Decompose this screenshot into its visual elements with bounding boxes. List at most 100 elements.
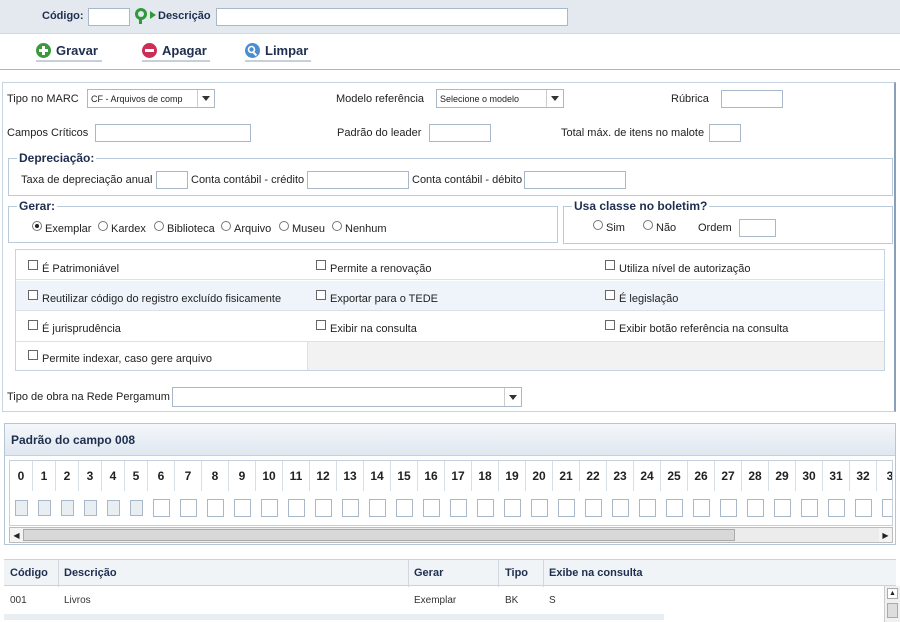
position-input[interactable] (639, 499, 656, 517)
position-input[interactable] (342, 499, 359, 517)
position-input[interactable] (450, 499, 467, 517)
position-input[interactable] (107, 500, 120, 516)
position-input[interactable] (747, 499, 764, 517)
position-input[interactable] (61, 500, 74, 516)
position-input[interactable] (153, 499, 170, 517)
position-input[interactable] (261, 499, 278, 517)
position-input[interactable] (693, 499, 710, 517)
modelo-referencia-select[interactable]: Selecione o modelo (436, 89, 564, 108)
table-row[interactable]: 001 Livros Exemplar BK S (4, 586, 664, 614)
checkbox-reutilizar-codigo[interactable]: Reutilizar código do registro excluído f… (28, 290, 281, 305)
column-header-tipo[interactable]: Tipo (505, 567, 528, 579)
search-icon[interactable] (134, 7, 149, 24)
radio-biblioteca[interactable]: Biblioteca (154, 221, 215, 235)
checkbox-jurisprudencia-label: É jurisprudência (42, 323, 121, 335)
plus-icon (36, 43, 51, 58)
vertical-scrollbar[interactable]: ▲ (884, 586, 900, 622)
gravar-button[interactable]: Gravar (36, 42, 102, 62)
column-header-exibe[interactable]: Exibe na consulta (549, 567, 643, 579)
column-header-descricao[interactable]: Descrição (64, 567, 117, 579)
codigo-input[interactable] (88, 8, 130, 26)
checkbox-exibir-consulta[interactable]: Exibir na consulta (316, 320, 417, 335)
position-input[interactable] (315, 499, 332, 517)
ordem-input[interactable] (739, 219, 776, 237)
descricao-input[interactable] (216, 8, 568, 26)
checkbox-renovacao[interactable]: Permite a renovação (316, 260, 432, 275)
scrollbar-thumb[interactable] (887, 603, 898, 618)
horizontal-scrollbar[interactable]: ◀ ▶ (9, 527, 893, 543)
scroll-up-icon[interactable]: ▲ (887, 588, 898, 599)
checkbox-row (16, 250, 884, 280)
column-header-codigo[interactable]: Código (10, 567, 48, 579)
position-input[interactable] (855, 499, 872, 517)
position-number: 14 (364, 461, 391, 491)
radio-icon (643, 220, 653, 230)
campos-criticos-input[interactable] (95, 124, 251, 142)
position-number: 8 (202, 461, 229, 491)
radio-icon (98, 221, 108, 231)
checkbox-patrimoniavel[interactable]: É Patrimoniável (28, 260, 119, 275)
checkbox-indexar[interactable]: Permite indexar, caso gere arquivo (28, 350, 212, 365)
position-input[interactable] (477, 499, 494, 517)
position-input[interactable] (396, 499, 413, 517)
radio-museu[interactable]: Museu (279, 221, 325, 235)
limpar-button[interactable]: Limpar (245, 42, 311, 62)
position-number: 30 (796, 461, 823, 491)
radio-nao[interactable]: Não (643, 220, 677, 234)
radio-nenhum[interactable]: Nenhum (332, 221, 387, 235)
taxa-depreciacao-input[interactable] (156, 171, 188, 189)
scrollbar-thumb[interactable] (23, 529, 735, 541)
position-input[interactable] (234, 499, 251, 517)
position-input[interactable] (180, 499, 197, 517)
position-number: 4 (102, 461, 125, 491)
radio-kardex[interactable]: Kardex (98, 221, 146, 235)
apagar-button[interactable]: Apagar (142, 42, 210, 62)
position-input[interactable] (38, 500, 51, 516)
radio-nenhum-label: Nenhum (345, 223, 387, 235)
rubrica-input[interactable] (721, 90, 783, 108)
checkbox-nivel-autorizacao[interactable]: Utiliza nível de autorização (605, 260, 750, 275)
position-input[interactable] (130, 500, 143, 516)
conta-credito-input[interactable] (307, 171, 409, 189)
checkbox-botao-referencia[interactable]: Exibir botão referência na consulta (605, 320, 788, 335)
position-number: 17 (445, 461, 472, 491)
checkbox-tede[interactable]: Exportar para o TEDE (316, 290, 438, 305)
position-input[interactable] (612, 499, 629, 517)
padrao-leader-input[interactable] (429, 124, 491, 142)
column-separator (58, 560, 59, 587)
position-input[interactable] (369, 499, 386, 517)
chevron-down-icon (504, 388, 521, 406)
scroll-left-icon[interactable]: ◀ (10, 528, 23, 542)
radio-sim[interactable]: Sim (593, 220, 625, 234)
position-input[interactable] (531, 499, 548, 517)
position-input[interactable] (423, 499, 440, 517)
position-input[interactable] (882, 499, 892, 517)
position-input[interactable] (288, 499, 305, 517)
position-input[interactable] (774, 499, 791, 517)
position-input[interactable] (666, 499, 683, 517)
conta-debito-input[interactable] (524, 171, 626, 189)
total-maximo-input[interactable] (709, 124, 741, 142)
position-input[interactable] (15, 500, 28, 516)
position-input[interactable] (720, 499, 737, 517)
position-input[interactable] (828, 499, 845, 517)
radio-exemplar[interactable]: Exemplar (32, 221, 91, 235)
tipo-obra-select[interactable] (172, 387, 522, 407)
position-input[interactable] (84, 500, 97, 516)
tipo-marc-select[interactable]: CF - Arquivos de comp (87, 89, 215, 108)
scroll-right-icon[interactable]: ▶ (879, 528, 892, 542)
checkbox-legislacao[interactable]: É legislação (605, 290, 678, 305)
checkbox-jurisprudencia[interactable]: É jurisprudência (28, 320, 121, 335)
position-input[interactable] (558, 499, 575, 517)
position-input[interactable] (504, 499, 521, 517)
radio-arquivo[interactable]: Arquivo (221, 221, 271, 235)
minus-icon (142, 43, 157, 58)
position-number: 32 (850, 461, 877, 491)
checkbox-icon (28, 350, 38, 360)
position-number: 23 (607, 461, 634, 491)
position-input[interactable] (585, 499, 602, 517)
position-input[interactable] (207, 499, 224, 517)
column-header-gerar[interactable]: Gerar (414, 567, 443, 579)
position-input[interactable] (801, 499, 818, 517)
radio-nao-label: Não (656, 222, 677, 234)
